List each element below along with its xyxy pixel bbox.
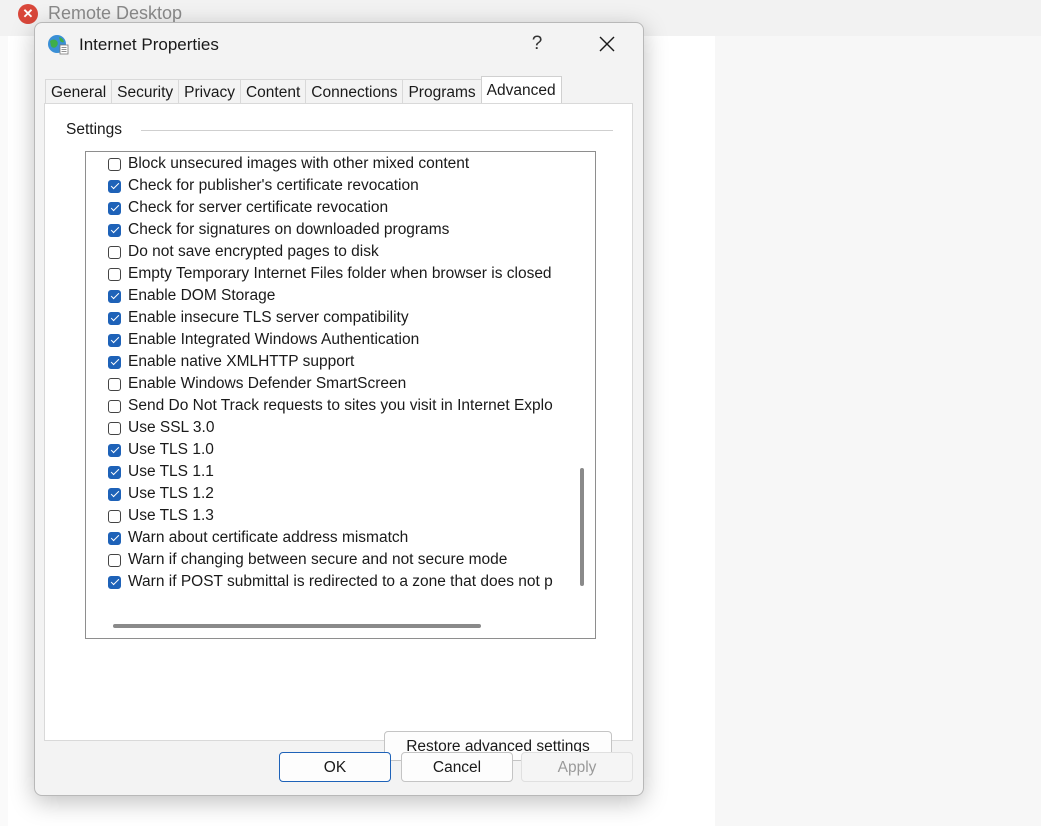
settings-item-label: Warn if changing between secure and not … [128, 551, 508, 568]
apply-button[interactable]: Apply [521, 752, 633, 782]
settings-item[interactable]: Enable Integrated Windows Authentication [108, 329, 419, 351]
cancel-button[interactable]: Cancel [401, 752, 513, 782]
settings-item-label: Use TLS 1.1 [128, 463, 214, 480]
settings-item-label: Do not save encrypted pages to disk [128, 243, 379, 260]
advanced-tab-panel: Settings Block unsecured images with oth… [44, 103, 633, 761]
settings-item[interactable]: Enable Windows Defender SmartScreen [108, 373, 406, 395]
close-icon [599, 36, 615, 52]
settings-item-label: Enable Windows Defender SmartScreen [128, 375, 407, 392]
checkbox[interactable] [108, 245, 121, 259]
checkbox[interactable] [108, 421, 121, 435]
settings-listbox[interactable]: Block unsecured images with other mixed … [85, 151, 596, 639]
checkbox[interactable] [108, 399, 121, 413]
checkbox[interactable] [108, 201, 121, 215]
remote-desktop-title: Remote Desktop [48, 3, 183, 23]
settings-item[interactable]: Do not save encrypted pages to disk [108, 241, 379, 263]
checkbox[interactable] [108, 355, 121, 369]
checkbox[interactable] [108, 575, 121, 589]
checkbox[interactable] [108, 377, 121, 391]
checkbox[interactable] [108, 311, 121, 325]
remote-desktop-icon: ✕ [18, 4, 38, 24]
settings-item-label: Use TLS 1.2 [128, 485, 214, 502]
settings-item[interactable]: Warn if POST submittal is redirected to … [108, 571, 553, 593]
settings-item[interactable]: Enable insecure TLS server compatibility [108, 307, 409, 329]
settings-item[interactable]: Send Do Not Track requests to sites you … [108, 395, 553, 417]
settings-item-label: Empty Temporary Internet Files folder wh… [128, 265, 552, 282]
settings-item[interactable]: Use SSL 3.0 [108, 417, 214, 439]
settings-divider [141, 130, 613, 131]
settings-item-label: Use SSL 3.0 [128, 419, 215, 436]
checkbox[interactable] [108, 465, 121, 479]
settings-item[interactable]: Warn if changing between secure and not … [108, 549, 507, 571]
internet-globe-icon [48, 35, 69, 55]
tab-privacy[interactable]: Privacy [178, 79, 241, 104]
settings-item-label: Check for server certificate revocation [128, 199, 389, 216]
settings-item-label: Enable native XMLHTTP support [128, 353, 355, 370]
checkbox[interactable] [108, 157, 121, 171]
settings-item-label: Send Do Not Track requests to sites you … [128, 397, 553, 414]
tab-content[interactable]: Content [239, 79, 307, 104]
settings-group-label: Settings [66, 121, 131, 139]
settings-item[interactable]: Enable DOM Storage [108, 285, 275, 307]
ok-button[interactable]: OK [279, 752, 391, 782]
checkbox[interactable] [108, 333, 121, 347]
horizontal-scrollbar-thumb[interactable] [113, 624, 481, 628]
settings-item-label: Enable DOM Storage [128, 287, 276, 304]
settings-item[interactable]: Block unsecured images with other mixed … [108, 153, 469, 175]
checkbox[interactable] [108, 509, 121, 523]
vertical-scrollbar-thumb[interactable] [580, 468, 584, 586]
checkbox[interactable] [108, 289, 121, 303]
settings-item-label: Block unsecured images with other mixed … [128, 155, 470, 172]
settings-item[interactable]: Empty Temporary Internet Files folder wh… [108, 263, 552, 285]
checkbox[interactable] [108, 553, 121, 567]
settings-item-label: Use TLS 1.3 [128, 507, 214, 524]
close-button[interactable] [591, 29, 623, 59]
settings-item-label: Enable Integrated Windows Authentication [128, 331, 420, 348]
internet-properties-dialog: Internet Properties ? General Security P… [34, 22, 644, 796]
settings-item[interactable]: Use TLS 1.1 [108, 461, 214, 483]
settings-item[interactable]: Use TLS 1.3 [108, 505, 214, 527]
help-button[interactable]: ? [521, 29, 553, 59]
settings-item-label: Use TLS 1.0 [128, 441, 214, 458]
settings-item-label: Check for signatures on downloaded progr… [128, 221, 450, 238]
settings-item-label: Enable insecure TLS server compatibility [128, 309, 409, 326]
tab-strip: General Security Privacy Content Connect… [45, 76, 562, 104]
settings-item-label: Check for publisher's certificate revoca… [128, 177, 419, 194]
tab-general[interactable]: General [45, 79, 113, 104]
settings-item[interactable]: Check for signatures on downloaded progr… [108, 219, 449, 241]
checkbox[interactable] [108, 443, 121, 457]
checkbox[interactable] [108, 267, 121, 281]
settings-item-label: Warn if POST submittal is redirected to … [128, 573, 553, 590]
checkbox[interactable] [108, 531, 121, 545]
tab-advanced[interactable]: Advanced [480, 76, 562, 103]
tab-connections[interactable]: Connections [305, 79, 404, 104]
tab-security[interactable]: Security [111, 79, 180, 104]
checkbox[interactable] [108, 487, 121, 501]
settings-item[interactable]: Use TLS 1.2 [108, 483, 214, 505]
checkbox[interactable] [108, 223, 121, 237]
settings-item[interactable]: Check for publisher's certificate revoca… [108, 175, 419, 197]
settings-item-label: Warn about certificate address mismatch [128, 529, 409, 546]
checkbox[interactable] [108, 179, 121, 193]
settings-item[interactable]: Enable native XMLHTTP support [108, 351, 354, 373]
tab-programs[interactable]: Programs [402, 79, 482, 104]
settings-item[interactable]: Warn about certificate address mismatch [108, 527, 408, 549]
background-right-panel [715, 36, 1041, 826]
settings-item[interactable]: Check for server certificate revocation [108, 197, 388, 219]
settings-item[interactable]: Use TLS 1.0 [108, 439, 214, 461]
dialog-title: Internet Properties [79, 35, 219, 54]
